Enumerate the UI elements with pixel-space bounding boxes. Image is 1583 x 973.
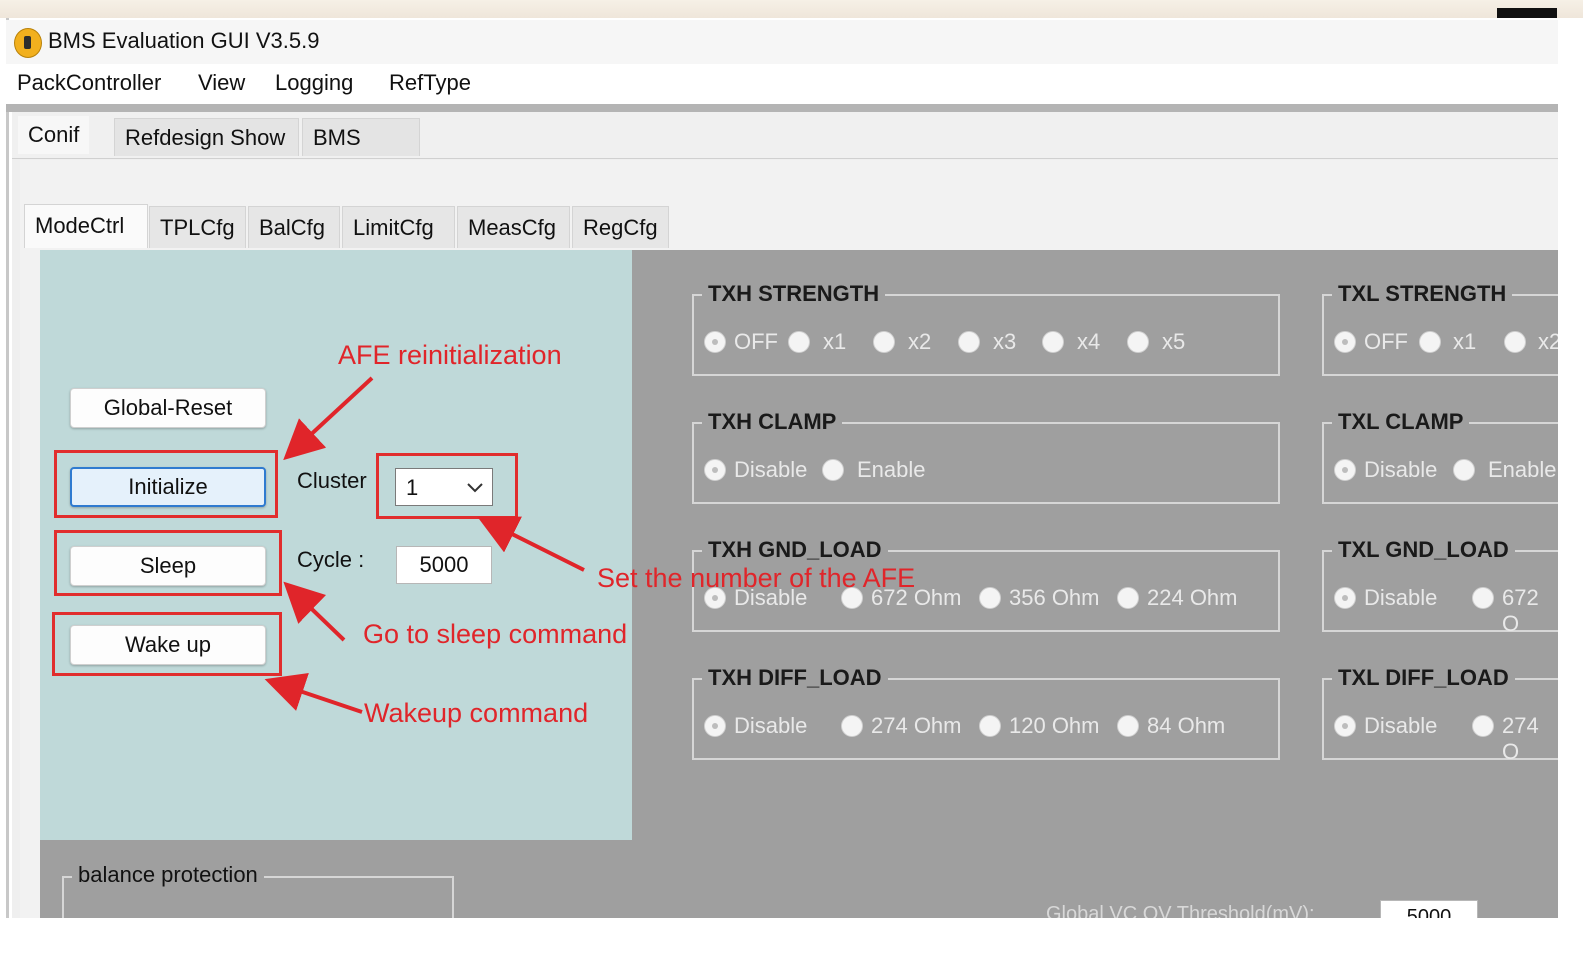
annotation-arrows: [264, 376, 585, 714]
image-bottom-margin: [0, 918, 1583, 973]
arrow-afe-reinit: [283, 376, 374, 461]
arrow-set-number: [477, 516, 585, 572]
annotation-set-number-afe: Set the number of the AFE: [597, 563, 916, 593]
arrow-wakeup: [264, 672, 363, 714]
arrow-sleep: [283, 581, 346, 642]
annotation-wakeup-command: Wakeup command: [364, 698, 589, 728]
annotation-afe-reinitialization: AFE reinitialization: [338, 340, 562, 370]
annotation-sleep-command: Go to sleep command: [363, 619, 628, 649]
